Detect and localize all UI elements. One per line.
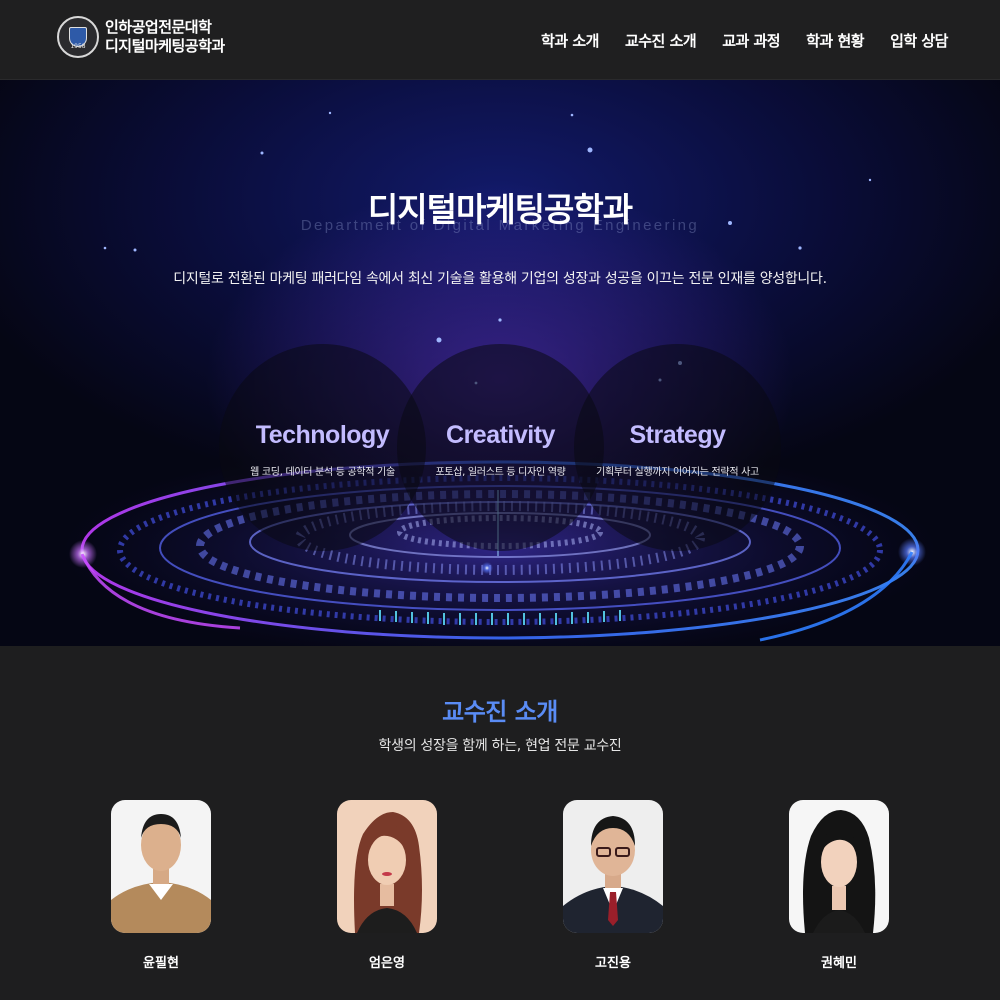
pillar-title: Strategy: [629, 421, 726, 449]
faculty-photo: [111, 800, 211, 933]
pillar-strategy: Strategy 기획부터 실행까지 이어지는 전략적 사고: [574, 344, 781, 551]
faculty-card[interactable]: 권혜민: [789, 800, 889, 971]
faculty-name: 권혜민: [821, 956, 857, 971]
faculty-name: 엄은영: [369, 956, 405, 971]
college-name: 인하공업전문대학: [105, 18, 212, 36]
nav-item-department-intro[interactable]: 학과 소개: [541, 30, 599, 51]
hero-description: 디지털로 전환된 마케팅 패러다임 속에서 최신 기술을 활용해 기업의 성장과…: [173, 271, 827, 287]
faculty-section-title: 교수진 소개: [442, 698, 558, 726]
faculty-card[interactable]: 윤필현: [111, 800, 211, 971]
nav-item-curriculum[interactable]: 교과 과정: [722, 30, 780, 51]
pillar-title: Technology: [255, 421, 390, 449]
faculty-card[interactable]: 엄은영: [337, 800, 437, 971]
college-seal-icon: 1958: [57, 16, 99, 58]
faculty-name: 윤필현: [143, 956, 179, 971]
faculty-photo: [563, 800, 663, 933]
faculty-card[interactable]: 고진용: [563, 800, 663, 971]
pillar-title: Creativity: [446, 421, 555, 449]
hero-banner: Department of Digital Marketing Engineer…: [0, 80, 1000, 646]
hero-title: 디지털마케팅공학과: [367, 190, 633, 229]
faculty-photo: [337, 800, 437, 933]
pillar-technology: Technology 웹 코딩, 데이터 분석 등 공학적 기술: [219, 344, 426, 551]
nav-item-department-status[interactable]: 학과 현황: [806, 30, 864, 51]
college-logo[interactable]: 1958 인하공업전문대학 디지털마케팅공학과: [57, 16, 225, 58]
nav-item-faculty-intro[interactable]: 교수진 소개: [625, 30, 697, 51]
main-nav: 학과 소개 교수진 소개 교과 과정 학과 현황 입학 상담: [541, 30, 948, 51]
site-header: 1958 인하공업전문대학 디지털마케팅공학과 학과 소개 교수진 소개 교과 …: [0, 0, 1000, 80]
faculty-name: 고진용: [595, 956, 631, 971]
faculty-photo: [789, 800, 889, 933]
nav-item-admission-consult[interactable]: 입학 상담: [890, 30, 948, 51]
faculty-section-subtitle: 학생의 성장을 함께 하는, 현업 전문 교수진: [378, 738, 622, 754]
department-name: 디지털마케팅공학과: [105, 37, 225, 55]
pillar-desc: 기획부터 실행까지 이어지는 전략적 사고: [596, 467, 759, 478]
pillar-creativity: Creativity 포토샵, 일러스트 등 디자인 역량: [397, 344, 604, 551]
